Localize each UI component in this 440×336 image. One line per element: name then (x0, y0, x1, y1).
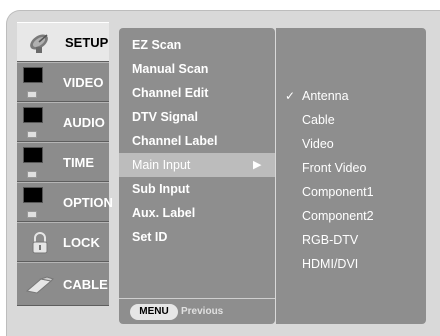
satellite-dish-icon (30, 34, 48, 53)
option-component2[interactable]: Component2 (302, 205, 374, 227)
menu-item-sub-input[interactable]: Sub Input (132, 177, 190, 201)
menu-item-main-input[interactable]: Main Input ▶ (119, 153, 275, 177)
option-rgb-dtv[interactable]: RGB-DTV (302, 229, 358, 251)
tab-label: CABLE (63, 277, 108, 292)
indicator-icon (27, 131, 37, 138)
tab-setup[interactable]: SETUP (17, 22, 109, 62)
menu-item-channel-label[interactable]: Channel Label (132, 129, 217, 153)
indicator-icon (27, 91, 37, 98)
previous-label: Previous (181, 306, 224, 317)
tab-lock[interactable]: LOCK (17, 222, 109, 262)
option-antenna[interactable]: Antenna (302, 85, 349, 107)
tab-video[interactable]: VIDEO (17, 62, 109, 102)
tab-label: LOCK (63, 235, 100, 250)
nav-hint-bar: MENU Previous (119, 298, 275, 324)
menu-item-dtv-signal[interactable]: DTV Signal (132, 105, 198, 129)
main-input-options: ✓ Antenna Cable Video Front Video Compon… (276, 28, 426, 324)
tab-cable[interactable]: CABLE (17, 262, 109, 306)
tab-label: VIDEO (63, 75, 104, 90)
tab-audio[interactable]: AUDIO (17, 102, 109, 142)
audio-screen-icon (23, 107, 43, 123)
tab-label: SETUP (65, 35, 109, 50)
option-cable[interactable]: Cable (302, 109, 335, 131)
option-video[interactable]: Video (302, 133, 334, 155)
setup-menu: EZ Scan Manual Scan Channel Edit DTV Sig… (119, 28, 275, 324)
option-front-video[interactable]: Front Video (302, 157, 366, 179)
tab-time[interactable]: TIME (17, 142, 109, 182)
video-screen-icon (23, 67, 43, 83)
clock-screen-icon (23, 147, 43, 163)
option-component1[interactable]: Component1 (302, 181, 374, 203)
cable-icon (25, 276, 54, 294)
checkmark-icon: ✓ (285, 89, 296, 103)
menu-item-label: Main Input (132, 158, 191, 172)
tab-label: OPTION (63, 195, 113, 210)
menu-item-set-id[interactable]: Set ID (132, 225, 167, 249)
indicator-icon (27, 211, 37, 218)
menu-item-aux-label[interactable]: Aux. Label (132, 201, 195, 225)
menu-item-ez-scan[interactable]: EZ Scan (132, 33, 181, 57)
tab-option[interactable]: OPTION (17, 182, 113, 222)
indicator-icon (27, 171, 37, 178)
option-screen-icon (23, 187, 43, 203)
category-tabs: SETUP VIDEO AUDIO TIME OPTION LOCK CABLE (17, 22, 113, 322)
tab-label: AUDIO (63, 115, 105, 130)
menu-key-button[interactable]: MENU (130, 304, 178, 320)
menu-item-manual-scan[interactable]: Manual Scan (132, 57, 208, 81)
option-hdmi-dvi[interactable]: HDMI/DVI (302, 253, 358, 275)
menu-item-channel-edit[interactable]: Channel Edit (132, 81, 208, 105)
submenu-arrow-icon: ▶ (253, 159, 262, 171)
tab-label: TIME (63, 155, 95, 170)
padlock-icon (32, 232, 48, 254)
